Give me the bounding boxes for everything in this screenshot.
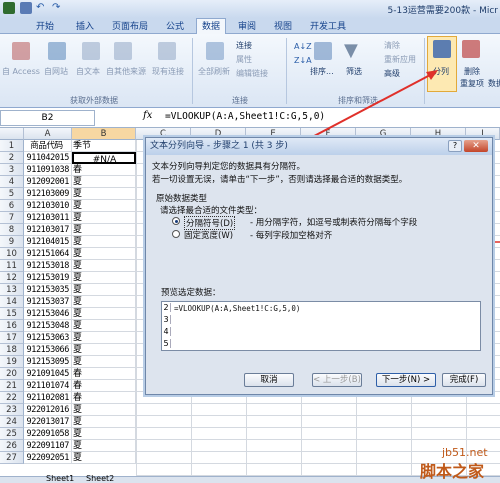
preview-line-number: 4 [162,327,171,336]
delimited-label[interactable]: 分隔符号(D) [184,216,236,230]
cancel-button[interactable]: 取消 [244,373,294,387]
preview-line-number: 5 [162,339,171,348]
preview-box[interactable]: 2 3 4 5 =VLOOKUP(A:A,Sheet1!C:G,5,0) [161,301,481,351]
preview-line-number: 3 [162,315,171,324]
help-button[interactable]: ? [448,140,462,152]
fixed-width-description: - 每列字段加空格对齐 [250,231,333,241]
preview-line-text: =VLOOKUP(A:A,Sheet1!C:G,5,0) [174,304,301,313]
fixed-width-radio[interactable] [172,230,180,238]
fixed-width-label[interactable]: 固定宽度(W) [184,229,233,241]
preview-label: 预览选定数据： [161,288,221,298]
text-to-columns-dialog: 文本分列向导 - 步骤之 1 (共 3 步) ? ✕ 文本分列向导判定您的数据具… [145,137,493,395]
dialog-title: 文本分列向导 - 步骤之 1 (共 3 步) [146,138,492,155]
finish-button[interactable]: 完成(F) [442,373,486,387]
watermark-brand: 脚本之家 [420,462,485,481]
sheet-tab[interactable]: Sheet1 [46,474,74,483]
choose-type-prompt: 请选择最合适的文件类型： [160,206,263,216]
next-button[interactable]: 下一步(N) > [376,373,436,387]
back-button[interactable]: < 上一步(B) [312,373,362,387]
delimited-description: - 用分隔字符，如逗号或制表符分隔每个字段 [250,218,418,228]
dialog-line-2: 若一切设置无误，请单击“下一步”，否则请选择最合适的数据类型。 [152,175,408,185]
sheet-tab[interactable]: Sheet2 [86,474,114,483]
preview-line-number: 2 [162,303,171,312]
data-type-section: 原始数据类型 [156,194,208,204]
delimited-radio[interactable] [172,217,180,225]
close-icon[interactable]: ✕ [464,140,488,152]
dialog-line-1: 文本分列向导判定您的数据具有分隔符。 [152,162,306,172]
